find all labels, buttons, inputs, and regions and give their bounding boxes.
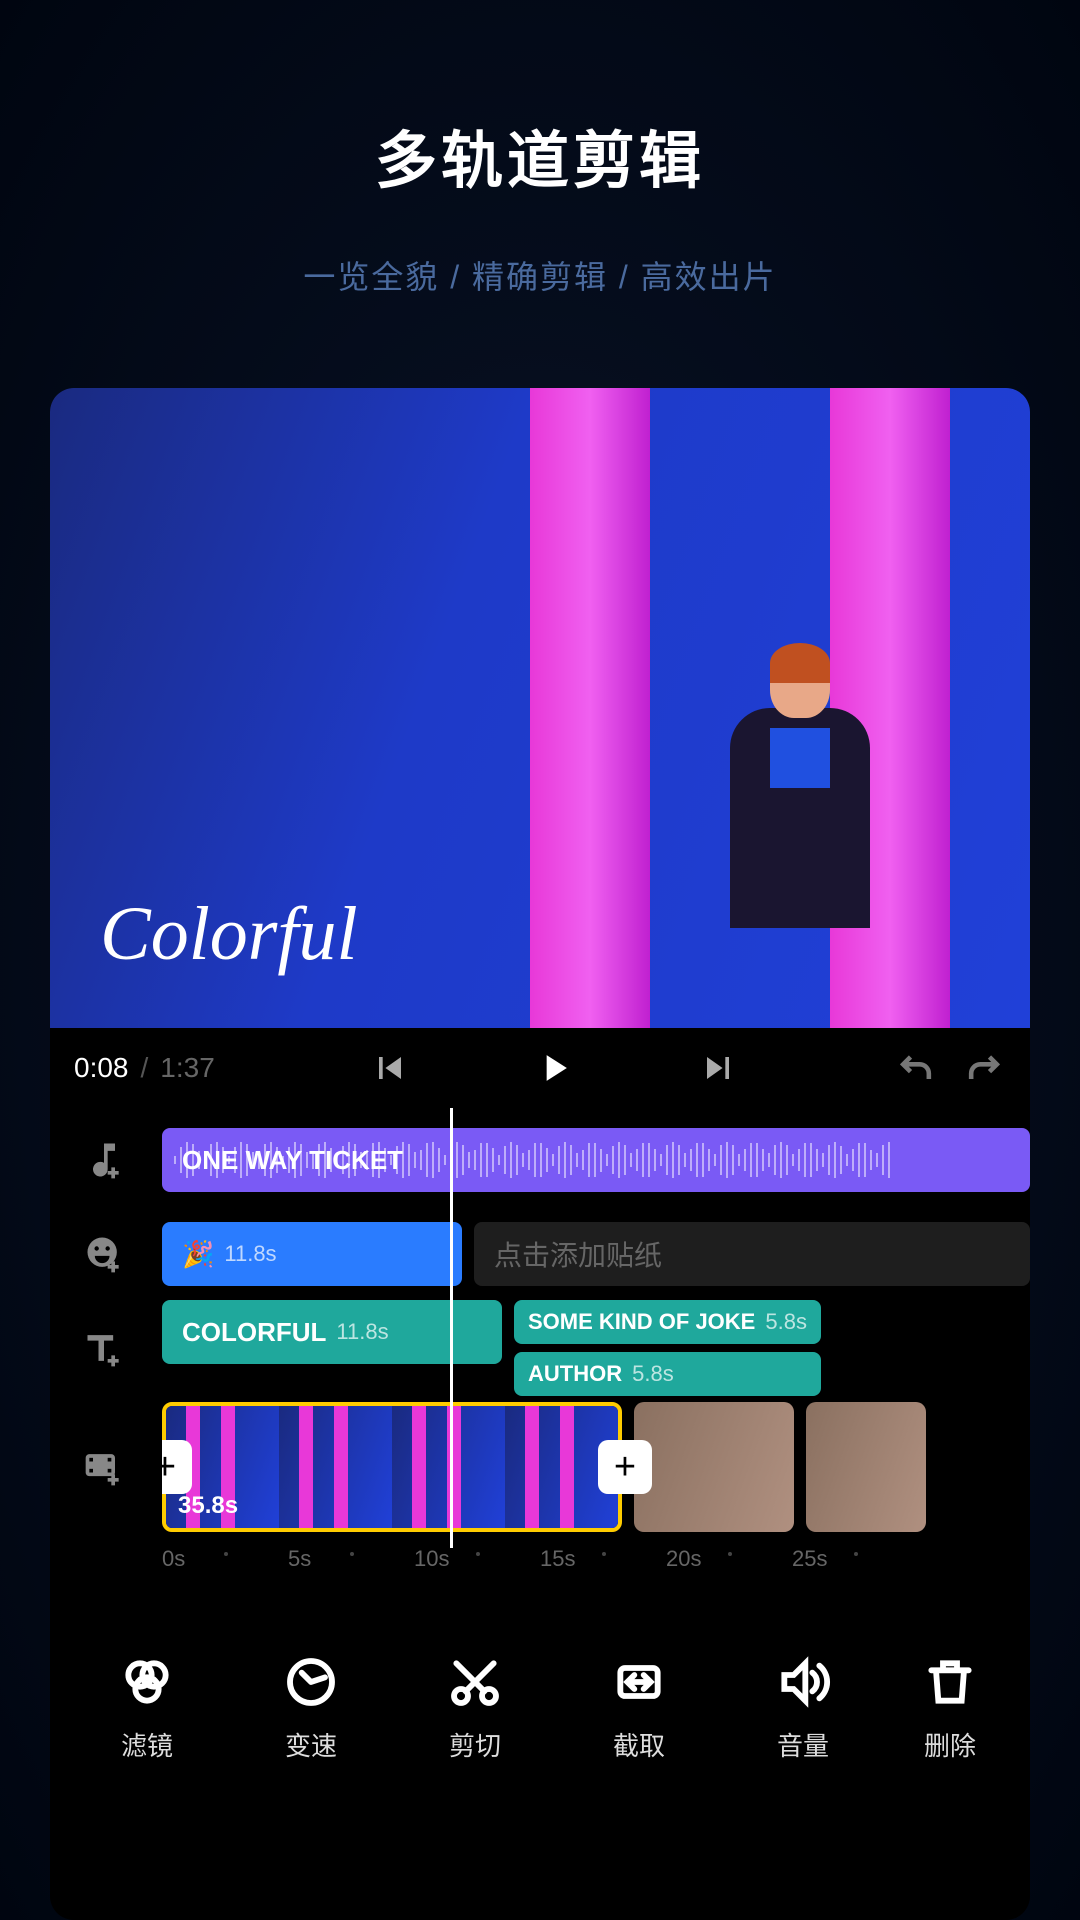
- time-ruler: 0s5s10s15s20s25s: [50, 1546, 1030, 1606]
- video-track: + 35.8s +: [50, 1402, 1030, 1532]
- ruler-tick: 20s: [666, 1546, 792, 1572]
- speed-tool[interactable]: 变速: [234, 1654, 388, 1763]
- sticker-track: 🎉 11.8s 点击添加贴纸: [50, 1214, 1030, 1294]
- text-clip-sub2[interactable]: AUTHOR 5.8s: [514, 1352, 821, 1396]
- time-current: 0:08: [74, 1052, 129, 1084]
- undo-button[interactable]: [894, 1046, 938, 1090]
- page-subtitle: 一览全貌 / 精确剪辑 / 高效出片: [0, 252, 1080, 298]
- text-track: COLORFUL 11.8s SOME KIND OF JOKE 5.8s AU…: [50, 1308, 1030, 1388]
- timeline-tracks: ONE WAY TICKET 🎉 11.8s 点击添加贴纸: [50, 1108, 1030, 1618]
- ruler-tick: 0s: [162, 1546, 288, 1572]
- video-clip-duration: 35.8s: [178, 1492, 238, 1520]
- music-clip[interactable]: ONE WAY TICKET: [162, 1128, 1030, 1192]
- video-clip-3[interactable]: [806, 1402, 926, 1532]
- sticker-placeholder[interactable]: 点击添加贴纸: [474, 1222, 1030, 1286]
- add-video-icon[interactable]: [74, 1445, 134, 1489]
- time-total: 1:37: [160, 1052, 215, 1084]
- music-clip-label: ONE WAY TICKET: [182, 1145, 403, 1176]
- text-clip-sub1[interactable]: SOME KIND OF JOKE 5.8s: [514, 1300, 821, 1344]
- filter-tool[interactable]: 滤镜: [70, 1654, 224, 1763]
- add-clip-left-button[interactable]: +: [162, 1440, 192, 1494]
- playhead[interactable]: [450, 1108, 453, 1548]
- delete-tool[interactable]: 删除: [890, 1654, 1010, 1763]
- add-text-icon[interactable]: [74, 1326, 134, 1370]
- page-title: 多轨道剪辑: [0, 110, 1080, 200]
- sticker-duration: 11.8s: [224, 1241, 276, 1267]
- video-clip-1[interactable]: 35.8s: [162, 1402, 622, 1532]
- video-clip-2[interactable]: [634, 1402, 794, 1532]
- ruler-tick: 5s: [288, 1546, 414, 1572]
- cut-tool[interactable]: 剪切: [398, 1654, 552, 1763]
- bottom-toolbar: 滤镜 变速 剪切 截取 音量 删除: [50, 1618, 1030, 1798]
- sticker-clip[interactable]: 🎉 11.8s: [162, 1222, 462, 1286]
- text-main-duration: 11.8s: [336, 1319, 388, 1345]
- music-track: ONE WAY TICKET: [50, 1120, 1030, 1200]
- preview-overlay-text: Colorful: [100, 891, 358, 978]
- prev-button[interactable]: [368, 1046, 412, 1090]
- crop-tool[interactable]: 截取: [562, 1654, 716, 1763]
- video-preview[interactable]: Colorful: [50, 388, 1030, 1028]
- volume-tool[interactable]: 音量: [726, 1654, 880, 1763]
- transport-bar: 0:08 / 1:37: [50, 1028, 1030, 1108]
- sticker-emoji: 🎉: [182, 1239, 214, 1270]
- add-music-icon[interactable]: [74, 1138, 134, 1182]
- ruler-tick: 10s: [414, 1546, 540, 1572]
- ruler-tick: 25s: [792, 1546, 918, 1572]
- ruler-tick: 15s: [540, 1546, 666, 1572]
- editor-card: Colorful 0:08 / 1:37: [50, 388, 1030, 1920]
- add-sticker-icon[interactable]: [74, 1232, 134, 1276]
- add-clip-right-button[interactable]: +: [598, 1440, 652, 1494]
- redo-button[interactable]: [962, 1046, 1006, 1090]
- time-separator: /: [141, 1052, 149, 1084]
- play-button[interactable]: [532, 1046, 576, 1090]
- next-button[interactable]: [696, 1046, 740, 1090]
